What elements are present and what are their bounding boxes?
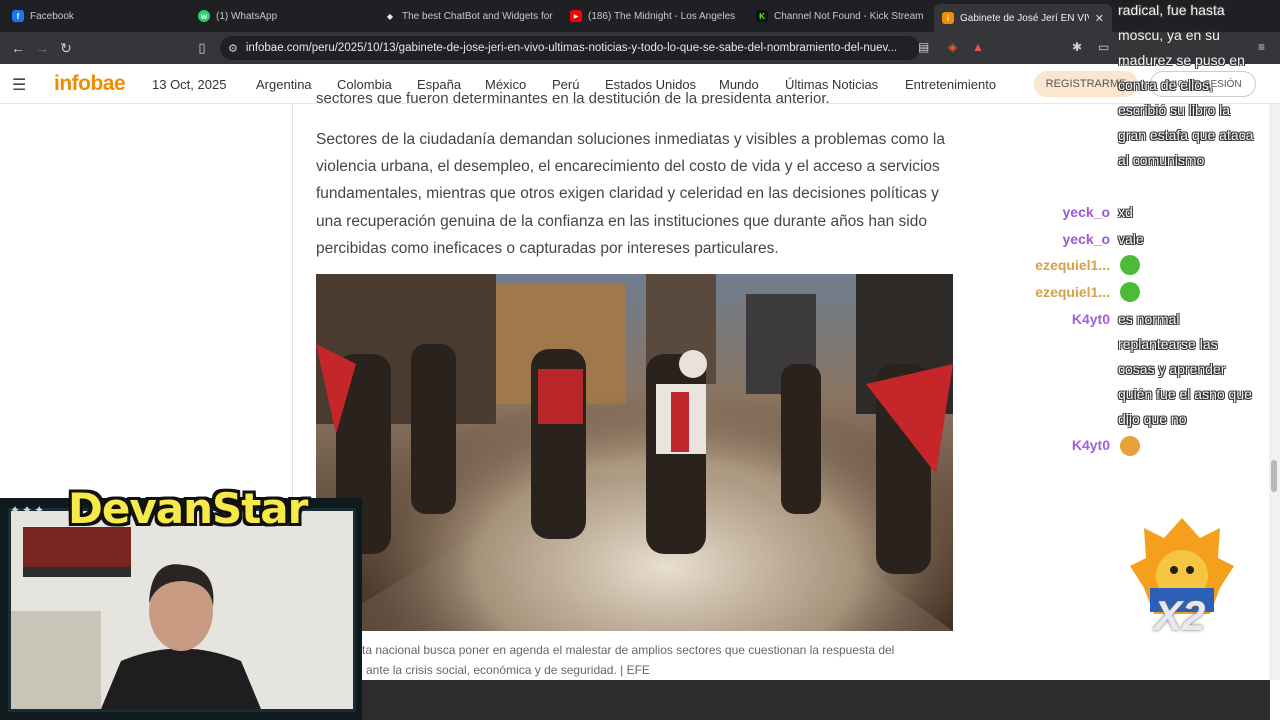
site-info-icon[interactable]: ⚙ [228,42,238,55]
chat-user: ezequiel1... [1035,257,1110,273]
bottom-dark-strip [356,680,1270,720]
page-scrollbar[interactable] [1269,104,1280,680]
badge-multiplier: X2 [1154,592,1206,639]
reader-icon[interactable]: ▤ [918,40,929,54]
chat-message: es normal replantearse las cosas y apren… [1118,311,1252,427]
infobae-icon: i [942,12,954,24]
nav-entretenimiento[interactable]: Entretenimiento [905,77,996,92]
tab-title: Channel Not Found - Kick Stream [774,10,924,22]
chat-message-top: radical, fue hasta moscu, ya en su madur… [1118,2,1254,168]
column-divider [292,104,293,504]
bookmark-icon[interactable]: ▯ [190,36,214,60]
tab-title: (1) WhatsApp [216,10,278,22]
brave-shield-icon[interactable]: ◈ [948,40,957,54]
caption-line-2: o ante la crisis social, económica y de … [356,663,650,677]
webcam-illustration [11,511,353,709]
tab-title: (186) The Midnight - Los Angeles [588,10,736,22]
reaction-badge: X2 [1130,518,1234,646]
tab-youtube[interactable]: ▶ (186) The Midnight - Los Angeles [562,0,748,32]
forward-icon[interactable]: → [30,36,54,60]
site-logo[interactable]: infobae [54,72,126,96]
protest-photo-illustration [316,274,953,631]
tab-whatsapp[interactable]: w (1) WhatsApp [190,0,376,32]
chat-message: vale [1118,231,1144,247]
webcam-decor-dots: ✦✦✦ [10,503,47,517]
chat-message: xd [1118,204,1133,220]
tab-title: The best ChatBot and Widgets for [402,10,553,22]
party-emote-icon [1120,436,1140,456]
back-icon[interactable]: ← [6,36,30,60]
article-paragraph: Sectores de la ciudadanía demandan soluc… [316,131,945,257]
article-photo[interactable] [316,274,953,631]
reload-icon[interactable]: ↻ [54,36,78,60]
streamer-name: DevanStar [68,484,308,533]
frog-emote-icon [1120,282,1140,302]
chat-user: K4yt0 [1071,437,1110,453]
rewards-icon[interactable]: ▲ [972,40,984,54]
chat-user: yeck_o [1062,204,1110,220]
url-text: infobae.com/peru/2025/10/13/gabinete-de-… [245,42,898,54]
tab-facebook[interactable]: f Facebook [4,0,190,32]
chat-user: K4yt0 [1071,311,1110,327]
facebook-icon: f [12,10,24,22]
tab-chatbot[interactable]: ◆ The best ChatBot and Widgets for [376,0,562,32]
url-field[interactable]: ⚙ infobae.com/peru/2025/10/13/gabinete-d… [220,36,920,60]
chat-user: yeck_o [1062,231,1110,247]
frog-emote-icon [1120,255,1140,275]
youtube-icon: ▶ [570,10,582,22]
nav-argentina[interactable]: Argentina [256,77,312,92]
article-previous-line: sectores que fueron determinantes en la … [316,90,830,104]
stream-chat-overlay: radical, fue hasta moscu, ya en su madur… [1000,0,1270,470]
header-date: 13 Oct, 2025 [152,77,227,92]
caption-line-1: sta nacional busca poner en agenda el ma… [356,643,895,657]
chat-user: ezequiel1... [1035,284,1110,300]
whatsapp-icon: w [198,10,210,22]
tab-kick[interactable]: K Channel Not Found - Kick Stream [748,0,934,32]
hamburger-search-icon[interactable]: ☰ [12,75,26,95]
kick-icon: K [756,10,768,22]
diamond-icon: ◆ [386,11,394,21]
tab-title: Facebook [30,10,74,22]
scrollbar-thumb[interactable] [1271,460,1277,492]
photo-caption: sta nacional busca poner en agenda el ma… [316,640,956,680]
webcam-feed [8,508,356,712]
